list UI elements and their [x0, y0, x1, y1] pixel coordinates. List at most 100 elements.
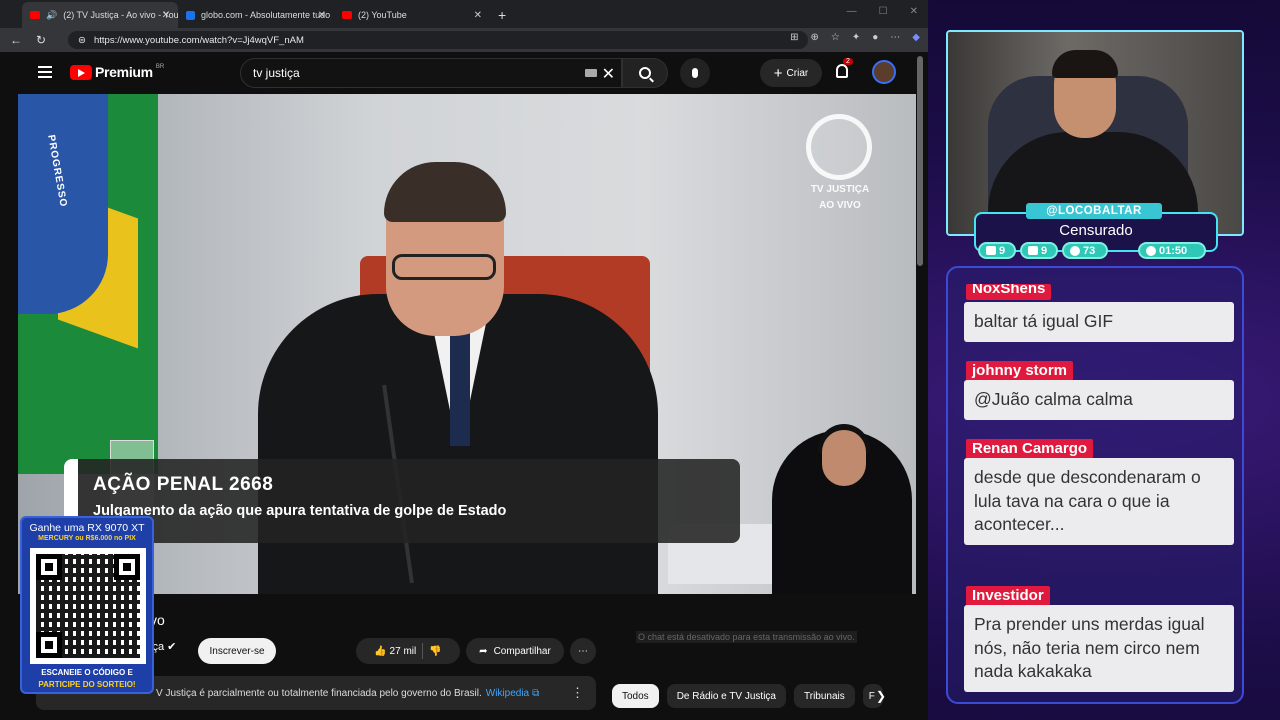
youtube-icon [342, 11, 352, 19]
chat-username: Investidor [966, 586, 1050, 606]
chip-tribunais[interactable]: Tribunais [794, 684, 855, 708]
maximize-icon[interactable]: ☐ [879, 6, 888, 17]
apps-icon[interactable]: ⊞ [790, 32, 798, 43]
streamer-handle: @LOCOBALTAR [1026, 203, 1162, 219]
reload-icon[interactable]: ↻ [36, 33, 46, 47]
watermark-line2: AO VIVO [819, 200, 861, 211]
clear-search-icon[interactable]: ✕ [602, 64, 615, 84]
new-tab-button[interactable]: + [490, 2, 514, 28]
streamer-hair [1052, 50, 1118, 78]
lower-third-subtitle: Julgamento da ação que apura tentativa d… [93, 503, 507, 519]
chevron-right-icon[interactable]: ❯ [876, 689, 886, 703]
create-label: Criar [786, 67, 809, 79]
close-window-icon[interactable]: ✕ [910, 6, 918, 17]
kebab-menu-icon[interactable]: ⋮ [571, 685, 584, 701]
clock-icon [1146, 245, 1156, 256]
address-icons: ⊞ ⊕ ☆ ✦ ● ⋯ ◆ [790, 32, 920, 43]
tv-justica-watermark: TV JUSTIÇA AO VIVO [792, 182, 888, 214]
divider [422, 643, 424, 659]
speaker-icon[interactable]: 🔊 [46, 10, 57, 21]
stream-status: Censurado [1059, 222, 1133, 239]
site-info-icon[interactable]: ⊜ [78, 35, 86, 46]
chat-message: @Juão calma calma [964, 380, 1234, 420]
interpreter-head [822, 430, 866, 486]
zoom-icon[interactable]: ⊕ [811, 32, 819, 43]
qr-finder [114, 554, 140, 580]
wikipedia-link[interactable]: Wikipedia [486, 688, 529, 699]
chat-message: Pra prender uns merdas igual nós, não te… [964, 605, 1234, 692]
qr-finder [36, 554, 62, 580]
more-actions-icon[interactable]: ⋯ [570, 638, 596, 664]
like-dislike-pill: 👍 27 mil 👎 [356, 638, 460, 664]
chat-disabled-notice: O chat está desativado para esta transmi… [636, 631, 857, 643]
chat-username: johnny storm [966, 361, 1074, 381]
chat-panel: NoxShens baltar tá igual GIF johnny stor… [946, 266, 1244, 704]
avatar[interactable] [872, 60, 896, 84]
close-tab-icon[interactable]: ✕ [474, 10, 482, 21]
dislike-icon[interactable]: 👎 [429, 646, 441, 657]
kick-icon [1070, 245, 1080, 256]
search-value: tv justiça [253, 66, 300, 80]
mic-icon [692, 68, 698, 78]
share-label: Compartilhar [493, 645, 551, 657]
twitch-icon [986, 246, 996, 255]
chip-all[interactable]: Todos [612, 684, 659, 708]
stat-uptime: 01:50 [1138, 242, 1206, 259]
giveaway-line2: MERCURY ou R$6.000 no PIX [38, 535, 136, 542]
share-icon: ➦ [479, 645, 488, 657]
copilot-icon[interactable]: ◆ [912, 32, 920, 43]
close-tab-icon[interactable]: ✕ [162, 10, 170, 21]
youtube-icon [1028, 246, 1038, 255]
globo-icon [186, 10, 195, 20]
tab-tv-justica[interactable]: 🔊 (2) TV Justiça - Ao vivo - You ✕ [22, 2, 178, 28]
giveaway-overlay: Ganhe uma RX 9070 XT MERCURY ou R$6.000 … [20, 516, 154, 694]
search-input[interactable]: tv justiça ✕ [240, 58, 622, 88]
logo-region: BR [155, 64, 165, 70]
recommendation-chips: Todos De Rádio e TV Justiça Tribunais F [612, 684, 883, 708]
judge-glasses [392, 254, 496, 280]
chip-radio-tv-justica[interactable]: De Rádio e TV Justiça [666, 684, 786, 708]
youtube-icon [30, 11, 40, 19]
stat-youtube: 9 [1020, 242, 1058, 259]
search-icon [639, 67, 651, 79]
notification-badge: 2 [843, 58, 853, 65]
extensions-icon[interactable]: ✦ [852, 32, 860, 43]
tab-globo[interactable]: globo.com - Absolutamente tudo ✕ [178, 2, 334, 28]
chat-message: baltar tá igual GIF [964, 302, 1234, 342]
subscribe-button[interactable]: Inscrever-se [198, 638, 276, 664]
stat-kick: 73 [1062, 242, 1108, 259]
tv-justica-logo-icon [806, 114, 872, 180]
minimize-icon[interactable]: — [847, 6, 857, 17]
tab-label: (2) YouTube [358, 10, 407, 20]
star-icon[interactable]: ☆ [831, 32, 840, 43]
share-button[interactable]: ➦ Compartilhar [466, 638, 564, 664]
search-button[interactable] [622, 58, 668, 88]
bell-icon[interactable] [836, 64, 848, 78]
tab-label: globo.com - Absolutamente tudo [201, 10, 331, 20]
voice-search-button[interactable] [680, 58, 710, 88]
create-button[interactable]: + Criar [760, 59, 822, 87]
stat-twitch: 9 [978, 242, 1016, 259]
url-text: https://www.youtube.com/watch?v=Jj4wqVF_… [93, 34, 304, 46]
keyboard-icon[interactable] [585, 69, 597, 77]
youtube-count: 9 [1041, 244, 1048, 257]
page-scrollbar[interactable] [917, 56, 923, 266]
plus-icon: + [773, 64, 783, 82]
profile-icon[interactable]: ● [872, 32, 878, 43]
more-icon[interactable]: ⋯ [890, 32, 900, 43]
close-tab-icon[interactable]: ✕ [318, 10, 326, 21]
qr-code-icon [30, 548, 146, 664]
youtube-logo[interactable]: Premium BR [70, 64, 164, 80]
tab-bar: 🔊 (2) TV Justiça - Ao vivo - You ✕ globo… [0, 0, 928, 28]
url-field[interactable]: ⊜ https://www.youtube.com/watch?v=Jj4wqV… [68, 31, 808, 49]
like-button[interactable]: 👍 27 mil [374, 646, 416, 657]
hamburger-menu-icon[interactable] [38, 66, 52, 78]
tab-youtube[interactable]: (2) YouTube ✕ [334, 2, 490, 28]
chat-username: Renan Camargo [966, 439, 1094, 459]
lower-third-title: AÇÃO PENAL 2668 [93, 474, 274, 495]
chat-username: NoxShens [966, 284, 1052, 300]
address-bar: ← ↻ ⊜ https://www.youtube.com/watch?v=Jj… [0, 28, 928, 52]
chat-message: desde que descondenaram o lula tava na c… [964, 458, 1234, 545]
qr-finder [36, 632, 62, 658]
back-icon[interactable]: ← [10, 33, 22, 47]
